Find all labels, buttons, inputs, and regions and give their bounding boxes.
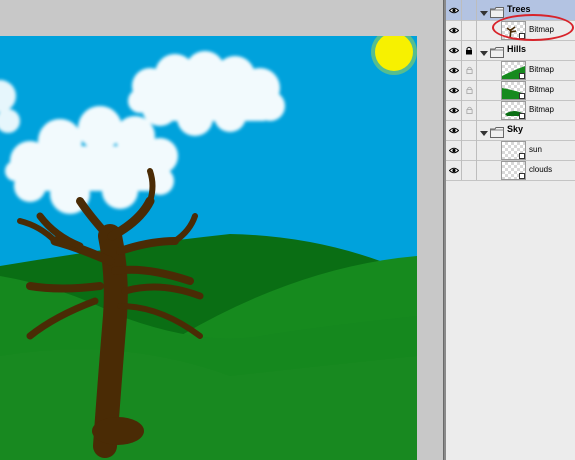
visibility-eye-icon[interactable] — [446, 100, 462, 120]
layer-name: Bitmap — [529, 85, 554, 94]
chevron-down-icon[interactable] — [479, 5, 489, 16]
visibility-eye-icon[interactable] — [446, 40, 462, 60]
layer-group-name: Sky — [507, 124, 524, 134]
layer-row[interactable]: Bitmap — [446, 60, 575, 81]
lock-icon[interactable] — [462, 80, 477, 100]
chevron-down-icon[interactable] — [479, 125, 489, 136]
canvas-area[interactable] — [0, 0, 443, 460]
layer-group-hills[interactable]: Hills — [446, 40, 575, 61]
folder-icon — [490, 125, 504, 138]
visibility-eye-icon[interactable] — [446, 120, 462, 140]
layers-panel: Trees Bitmap Hills Bitmap Bitmap Bitmap Sky sun… — [446, 0, 575, 460]
layer-thumbnail — [501, 101, 526, 120]
bitmap-badge-icon — [519, 73, 525, 79]
layer-thumbnail — [501, 141, 526, 160]
folder-icon — [490, 45, 504, 58]
layer-row[interactable]: clouds — [446, 160, 575, 181]
visibility-eye-icon[interactable] — [446, 60, 462, 80]
visibility-eye-icon[interactable] — [446, 0, 462, 20]
layer-name: clouds — [529, 165, 553, 174]
lock-icon[interactable] — [462, 40, 477, 60]
layer-group-name: Hills — [507, 44, 527, 54]
folder-icon — [490, 5, 504, 18]
layer-name: Bitmap — [529, 65, 554, 74]
highlight-annotation — [492, 14, 574, 41]
lock-toggle[interactable] — [462, 0, 477, 20]
lock-toggle[interactable] — [462, 160, 477, 180]
visibility-eye-icon[interactable] — [446, 160, 462, 180]
layer-row[interactable]: Bitmap — [446, 80, 575, 101]
bitmap-badge-icon — [519, 113, 525, 119]
visibility-eye-icon[interactable] — [446, 140, 462, 160]
layer-group-sky[interactable]: Sky — [446, 120, 575, 141]
bitmap-badge-icon — [519, 93, 525, 99]
layer-name: sun — [529, 145, 542, 154]
layer-name: Bitmap — [529, 105, 554, 114]
lock-toggle[interactable] — [462, 140, 477, 160]
visibility-eye-icon[interactable] — [446, 80, 462, 100]
artwork-canvas[interactable] — [0, 36, 417, 460]
lock-toggle[interactable] — [462, 120, 477, 140]
bitmap-badge-icon — [519, 173, 525, 179]
layer-thumbnail — [501, 81, 526, 100]
lock-icon[interactable] — [462, 60, 477, 80]
chevron-down-icon[interactable] — [479, 45, 489, 56]
bitmap-badge-icon — [519, 153, 525, 159]
layer-row[interactable]: sun — [446, 140, 575, 161]
visibility-eye-icon[interactable] — [446, 20, 462, 40]
lock-toggle[interactable] — [462, 20, 477, 40]
layer-thumbnail — [501, 61, 526, 80]
layer-group-name: Trees — [507, 4, 531, 14]
layer-row[interactable]: Bitmap — [446, 100, 575, 121]
lock-icon[interactable] — [462, 100, 477, 120]
layer-thumbnail — [501, 161, 526, 180]
